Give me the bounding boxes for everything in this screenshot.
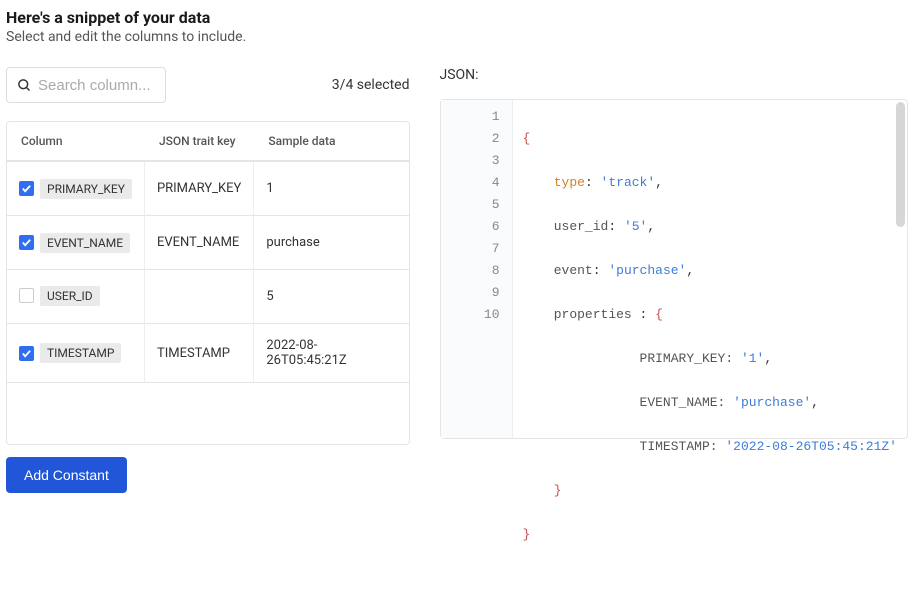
th-trait: JSON trait key	[145, 122, 254, 161]
row-checkbox[interactable]	[19, 346, 34, 361]
trait-cell: PRIMARY_KEY	[145, 161, 254, 215]
table-row-empty	[7, 382, 409, 444]
json-preview: 1 2 3 4 5 6 7 8 9 10 { type: 'track', us…	[440, 99, 909, 439]
search-box[interactable]	[6, 67, 166, 103]
trait-cell: EVENT_NAME	[145, 215, 254, 269]
sample-cell: 1	[254, 161, 408, 215]
page-subtitle: Select and edit the columns to include.	[6, 29, 908, 45]
search-icon	[17, 78, 32, 93]
check-icon	[21, 237, 32, 248]
sample-cell: 2022-08-26T05:45:21Z	[254, 323, 408, 382]
table-row: TIMESTAMP TIMESTAMP 2022-08-26T05:45:21Z	[7, 323, 409, 382]
table-row: EVENT_NAME EVENT_NAME purchase	[7, 215, 409, 269]
add-constant-button[interactable]: Add Constant	[6, 457, 127, 493]
check-icon	[21, 183, 32, 194]
th-column: Column	[7, 122, 145, 161]
table-row: PRIMARY_KEY PRIMARY_KEY 1	[7, 161, 409, 215]
sample-cell: purchase	[254, 215, 408, 269]
columns-table: Column JSON trait key Sample data PRIMAR…	[6, 121, 410, 445]
page-title: Here's a snippet of your data	[6, 8, 908, 27]
check-icon	[21, 348, 32, 359]
search-input[interactable]	[38, 77, 155, 94]
selection-count: 3/4 selected	[332, 77, 410, 93]
column-pill: USER_ID	[40, 286, 100, 306]
column-pill: PRIMARY_KEY	[40, 179, 132, 199]
table-row: USER_ID 5	[7, 269, 409, 323]
json-code: { type: 'track', user_id: '5', event: 'p…	[513, 100, 908, 438]
json-label: JSON:	[440, 67, 909, 83]
row-checkbox[interactable]	[19, 181, 34, 196]
trait-cell: TIMESTAMP	[145, 323, 254, 382]
scrollbar[interactable]	[896, 102, 905, 227]
th-sample: Sample data	[254, 122, 408, 161]
column-pill: EVENT_NAME	[40, 233, 130, 253]
row-checkbox[interactable]	[19, 235, 34, 250]
trait-cell	[145, 269, 254, 323]
row-checkbox[interactable]	[19, 288, 34, 303]
json-gutter: 1 2 3 4 5 6 7 8 9 10	[441, 100, 513, 438]
column-pill: TIMESTAMP	[40, 343, 121, 363]
sample-cell: 5	[254, 269, 408, 323]
